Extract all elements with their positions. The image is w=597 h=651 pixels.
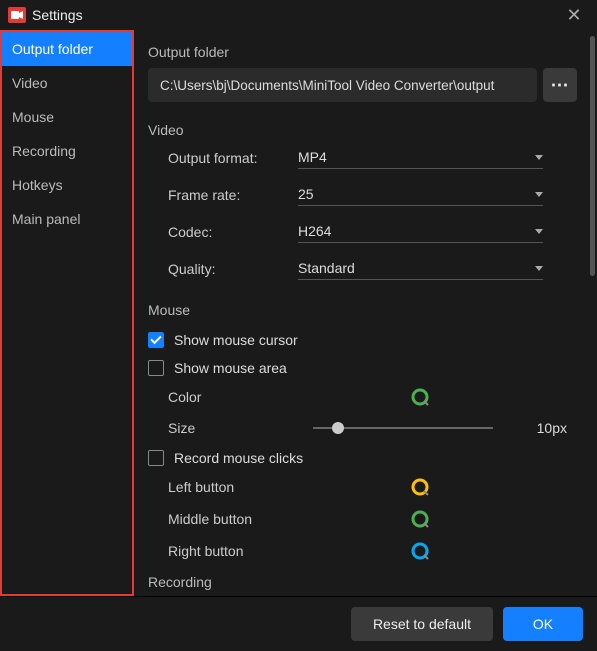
chevron-down-icon — [535, 229, 543, 234]
label-middle-button: Middle button — [168, 511, 313, 527]
checkbox-show-cursor[interactable] — [148, 332, 164, 348]
checkbox-show-area[interactable] — [148, 360, 164, 376]
sidebar-item-label: Output folder — [12, 41, 93, 57]
section-mouse: Mouse — [148, 302, 577, 318]
ok-button[interactable]: OK — [503, 607, 583, 641]
select-quality[interactable]: Standard — [298, 257, 543, 280]
footer: Reset to default OK — [0, 596, 597, 651]
ellipsis-icon: ⋯ — [551, 75, 570, 96]
label-right-button: Right button — [168, 543, 313, 559]
select-output-format[interactable]: MP4 — [298, 146, 543, 169]
sidebar-item-label: Video — [12, 75, 48, 91]
select-value: H264 — [298, 223, 331, 239]
app-icon — [8, 7, 26, 23]
section-output-folder: Output folder — [148, 44, 577, 60]
value-area-size: 10px — [537, 420, 577, 436]
chevron-down-icon — [535, 266, 543, 271]
slider-area-size[interactable] — [313, 427, 493, 429]
button-label: OK — [533, 616, 553, 632]
color-picker-left[interactable] — [411, 478, 429, 496]
color-picker-right[interactable] — [411, 542, 429, 560]
reset-button[interactable]: Reset to default — [351, 607, 493, 641]
sidebar-item-label: Mouse — [12, 109, 54, 125]
select-codec[interactable]: H264 — [298, 220, 543, 243]
close-icon[interactable]: ✕ — [559, 6, 589, 24]
scrollbar[interactable] — [590, 36, 595, 276]
label-show-cursor: Show mouse cursor — [174, 332, 298, 348]
browse-button[interactable]: ⋯ — [543, 68, 577, 102]
chevron-down-icon — [535, 155, 543, 160]
color-picker-area[interactable] — [411, 388, 429, 406]
slider-thumb[interactable] — [332, 422, 344, 434]
button-label: Reset to default — [373, 616, 471, 632]
sidebar-item-recording[interactable]: Recording — [2, 134, 132, 168]
label-output-format: Output format: — [168, 150, 298, 166]
label-left-button: Left button — [168, 479, 313, 495]
select-frame-rate[interactable]: 25 — [298, 183, 543, 206]
select-value: 25 — [298, 186, 314, 202]
output-path-input[interactable] — [148, 68, 537, 102]
sidebar-item-hotkeys[interactable]: Hotkeys — [2, 168, 132, 202]
label-show-area: Show mouse area — [174, 360, 287, 376]
sidebar-item-output-folder[interactable]: Output folder — [2, 32, 132, 66]
titlebar: Settings ✕ — [0, 0, 597, 30]
select-value: MP4 — [298, 149, 327, 165]
settings-content: Output folder ⋯ Video Output format: MP4… — [134, 30, 597, 596]
sidebar-item-label: Main panel — [12, 211, 81, 227]
chevron-down-icon — [535, 192, 543, 197]
sidebar-item-main-panel[interactable]: Main panel — [2, 202, 132, 236]
label-area-color: Color — [168, 389, 313, 405]
section-recording: Recording — [148, 574, 577, 590]
select-value: Standard — [298, 260, 355, 276]
label-record-clicks: Record mouse clicks — [174, 450, 303, 466]
sidebar-item-mouse[interactable]: Mouse — [2, 100, 132, 134]
section-video: Video — [148, 122, 577, 138]
sidebar-item-label: Hotkeys — [12, 177, 63, 193]
label-frame-rate: Frame rate: — [168, 187, 298, 203]
label-area-size: Size — [168, 420, 313, 436]
label-quality: Quality: — [168, 261, 298, 277]
checkbox-record-clicks[interactable] — [148, 450, 164, 466]
sidebar-item-video[interactable]: Video — [2, 66, 132, 100]
window-title: Settings — [32, 7, 83, 23]
label-codec: Codec: — [168, 224, 298, 240]
sidebar-item-label: Recording — [12, 143, 76, 159]
color-picker-middle[interactable] — [411, 510, 429, 528]
sidebar: Output folder Video Mouse Recording Hotk… — [0, 30, 134, 596]
